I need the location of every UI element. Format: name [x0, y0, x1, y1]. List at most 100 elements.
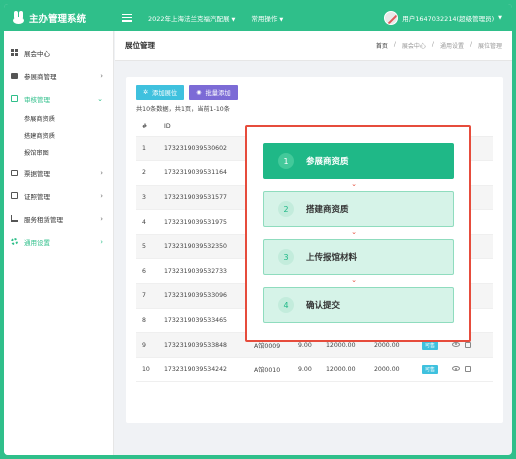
sidebar-item-rental-mgmt[interactable]: 服务租赁管理 › [4, 207, 113, 230]
row-id: 1732319039532733 [158, 258, 248, 285]
add-booth-button[interactable]: ✲ 添加展位 [136, 85, 185, 100]
breadcrumb-expo-center[interactable]: 展会中心 [402, 41, 426, 50]
id-icon [11, 192, 18, 199]
step-3[interactable]: 3 上传报馆材料 [263, 239, 454, 275]
avatar [384, 10, 399, 25]
breadcrumb-sep: / [431, 41, 434, 48]
breadcrumb-sep: / [469, 41, 472, 48]
row-actions [446, 357, 493, 383]
row-price: 12000.00 [320, 357, 368, 383]
grid-icon [11, 49, 18, 56]
app-frame: 主办管理系统 2022年上海法兰克福汽配展 ▼ 常用操作 ▼ 用户164703221… [0, 0, 516, 459]
row-id: 1732319039531975 [158, 209, 248, 235]
row-id: 1732319039530602 [158, 136, 248, 162]
caret-down-icon: ▼ [231, 16, 236, 23]
step-number: 2 [278, 201, 294, 217]
app-logo[interactable]: 主办管理系统 [4, 11, 114, 25]
briefcase-icon [11, 72, 18, 79]
page-title: 展位管理 [125, 41, 155, 50]
row-index: 5 [136, 234, 158, 260]
breadcrumb: 首页 / 展会中心 / 通用设置 / 展位管理 [376, 41, 502, 50]
event-selector[interactable]: 2022年上海法兰克福汽配展 ▼ [148, 13, 235, 23]
step-label: 参展商资质 [306, 157, 349, 167]
step-4[interactable]: 4 确认提交 [263, 287, 454, 323]
breadcrumb-sep: / [393, 41, 396, 48]
status-badge: 可售 [422, 365, 439, 375]
breadcrumb-current: 展位管理 [477, 43, 502, 50]
row-id: 1732319039534242 [158, 357, 248, 383]
table-row: 10 1732319039534242 A馆0010 9.00 12000.00 2000… [136, 357, 493, 383]
row-id: 1732319039533465 [158, 308, 248, 334]
step-number: 1 [278, 153, 294, 169]
row-index: 6 [136, 258, 158, 285]
caret-down-icon: ▼ [279, 16, 284, 23]
user-label: 用户1647032214(超级管理员) [402, 14, 495, 23]
step-label: 搭建商资质 [306, 205, 349, 215]
row-index: 3 [136, 185, 158, 211]
step-label: 确认提交 [306, 301, 341, 311]
chevron-right-icon: › [100, 191, 103, 200]
page-header: 展位管理 首页 / 展会中心 / 通用设置 / 展位管理 [115, 31, 512, 61]
chevron-right-icon: › [100, 237, 103, 246]
row-index: 4 [136, 209, 158, 235]
row-index: 2 [136, 160, 158, 186]
edit-icon[interactable] [465, 366, 471, 373]
row-id: 1732319039531577 [158, 185, 248, 211]
row-index: 1 [136, 136, 158, 162]
check-box-icon [11, 95, 18, 102]
edit-icon[interactable] [465, 341, 471, 348]
review-steps-overlay: 1 参展商资质 ⌄ 2 搭建商资质 ⌄ 3 上传报馆材料 ⌄ 4 确认提交 [245, 125, 471, 342]
step-label: 上传报馆材料 [306, 253, 358, 263]
cart-icon [11, 215, 18, 222]
sidebar-item-review-mgmt[interactable]: 审核管理 ⌄ [4, 87, 113, 110]
step-1[interactable]: 1 参展商资质 [263, 143, 454, 179]
rabbit-logo-icon [12, 11, 25, 24]
view-icon[interactable] [452, 366, 460, 372]
sidebar-subitem-exhibitor-qualification[interactable]: 参展商资质 [4, 110, 113, 127]
sidebar-subitem-hall-drawing-review[interactable]: 报馆审图 [4, 144, 113, 161]
column-header-id: ID [158, 117, 248, 137]
row-index: 10 [136, 357, 158, 383]
view-icon[interactable] [452, 341, 460, 347]
column-header-index: # [136, 117, 158, 137]
user-menu[interactable]: 用户1647032214(超级管理员) ▼ [384, 10, 512, 25]
row-id: 1732319039532350 [158, 234, 248, 260]
sidebar-item-expo-center[interactable]: 展会中心 [4, 41, 113, 64]
row-status: 可售 [416, 357, 446, 383]
gear-icon [11, 238, 18, 245]
row-index: 7 [136, 283, 158, 309]
row-id: 1732319039533096 [158, 283, 248, 309]
step-2[interactable]: 2 搭建商资质 [263, 191, 454, 227]
row-booth-name: A馆0010 [248, 357, 292, 383]
breadcrumb-home[interactable]: 首页 [376, 41, 388, 50]
sidebar-item-general-settings[interactable]: 通用设置 › [4, 230, 113, 253]
step-number: 4 [278, 297, 294, 313]
chevron-right-icon: › [100, 168, 103, 177]
chevron-down-icon: ⌄ [351, 180, 357, 188]
table-summary: 共10条数据，共1页，当前1-10条 [136, 106, 230, 113]
breadcrumb-settings[interactable]: 通用设置 [440, 41, 464, 50]
row-id: 1732319039531164 [158, 160, 248, 186]
row-total: 2000.00 [368, 357, 416, 383]
menu-toggle-icon[interactable] [122, 13, 132, 22]
sidebar-item-invoice-mgmt[interactable]: 票据管理 › [4, 161, 113, 184]
sidebar: 展会中心 参展商管理 › 审核管理 ⌄ 参展商资质 搭建商资质 报馆审图 票据管… [4, 31, 114, 455]
app-title: 主办管理系统 [29, 13, 87, 25]
chevron-right-icon: › [100, 214, 103, 223]
step-number: 3 [278, 249, 294, 265]
top-bar: 主办管理系统 2022年上海法兰克福汽配展 ▼ 常用操作 ▼ 用户164703221… [4, 4, 512, 31]
sidebar-item-exhibitor-mgmt[interactable]: 参展商管理 › [4, 64, 113, 87]
row-id: 1732319039533848 [158, 332, 248, 358]
caret-down-icon: ▼ [498, 14, 502, 21]
chevron-down-icon: ⌄ [351, 276, 357, 284]
batch-add-button[interactable]: ◉ 批量添加 [189, 85, 238, 100]
row-index: 8 [136, 308, 158, 334]
chevron-right-icon: › [100, 71, 103, 80]
chevron-down-icon: ⌄ [97, 94, 103, 103]
common-ops-menu[interactable]: 常用操作 ▼ [251, 13, 283, 23]
row-area: 9.00 [292, 357, 320, 383]
chevron-down-icon: ⌄ [351, 228, 357, 236]
sidebar-item-license-mgmt[interactable]: 证照管理 › [4, 184, 113, 207]
card-icon [11, 169, 18, 176]
sidebar-subitem-builder-qualification[interactable]: 搭建商资质 [4, 127, 113, 144]
